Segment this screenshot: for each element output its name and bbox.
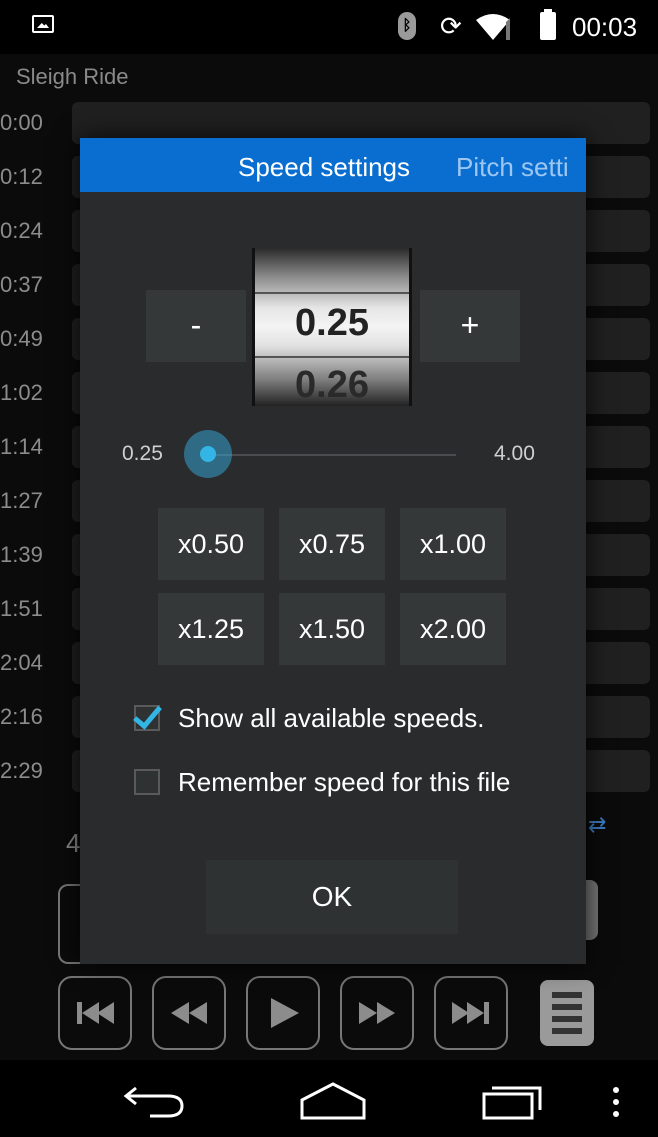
timestamp-label: 0:12: [0, 164, 43, 189]
rotate-icon: ⟳: [440, 11, 462, 41]
preset-x1-00-button[interactable]: x1.00: [400, 508, 506, 580]
remember-speed-checkbox[interactable]: [134, 769, 160, 795]
increase-speed-button[interactable]: +: [420, 290, 520, 362]
status-time: 00:03: [572, 12, 638, 42]
show-all-speeds-row[interactable]: Show all available speeds.: [134, 698, 484, 738]
wifi-icon: [476, 14, 510, 40]
skip-back-icon: [77, 1002, 114, 1024]
partial-label: 4: [66, 828, 81, 858]
status-bar: ᛒ ⟳ 00:03: [0, 0, 658, 54]
speed-slider-thumb[interactable]: [184, 430, 232, 478]
timestamp-label: 0:37: [0, 272, 43, 297]
remember-speed-label: Remember speed for this file: [178, 766, 511, 797]
timestamp-label: 1:51: [0, 596, 43, 621]
rewind-button[interactable]: [152, 976, 226, 1050]
tab-bar: Speed settings Pitch setti: [80, 138, 586, 192]
preset-x0-75-button[interactable]: x0.75: [279, 508, 385, 580]
preset-x1-50-button[interactable]: x1.50: [279, 593, 385, 665]
next-speed-value: 0.26: [295, 364, 369, 406]
timestamp-label: 1:39: [0, 542, 43, 567]
skip-forward-button[interactable]: [434, 976, 508, 1050]
preset-x0-50-button[interactable]: x0.50: [158, 508, 264, 580]
decrease-speed-button[interactable]: -: [146, 290, 246, 362]
preset-x2-00-button[interactable]: x2.00: [400, 593, 506, 665]
tab-speed-settings[interactable]: Speed settings: [238, 152, 410, 183]
menu-icon[interactable]: [610, 1086, 622, 1118]
ok-button[interactable]: OK: [206, 860, 458, 934]
current-speed-value: 0.25: [295, 302, 369, 344]
timestamp-label: 2:16: [0, 704, 43, 729]
shuffle-icon[interactable]: ⇄: [588, 812, 606, 838]
fast-forward-icon: [359, 1002, 395, 1024]
speed-slider-track[interactable]: [200, 454, 456, 456]
back-icon[interactable]: [122, 1082, 188, 1118]
timestamp-label: 2:29: [0, 758, 43, 783]
song-title: Sleigh Ride: [16, 64, 129, 89]
timestamp-label: 0:49: [0, 326, 43, 351]
home-icon[interactable]: [298, 1080, 368, 1120]
timestamp-label: 1:02: [0, 380, 43, 405]
speed-picker-wheel[interactable]: 0.25 0.26: [252, 248, 412, 406]
timestamp-label: 0:00: [0, 110, 43, 135]
show-all-speeds-label: Show all available speeds.: [178, 702, 485, 733]
tab-pitch-settings[interactable]: Pitch setti: [456, 152, 569, 183]
timestamp-label: 1:27: [0, 488, 43, 513]
timestamp-label: 0:24: [0, 218, 43, 243]
speed-settings-dialog: Speed settings Pitch setti - 0.25 0.26 +…: [80, 138, 586, 964]
play-button[interactable]: [246, 976, 320, 1050]
timestamp-label: 2:04: [0, 650, 43, 675]
obscured-button-right[interactable]: [584, 880, 598, 940]
rewind-icon: [171, 1002, 207, 1024]
remember-speed-row[interactable]: Remember speed for this file: [134, 762, 510, 802]
skip-back-button[interactable]: [58, 976, 132, 1050]
recent-apps-icon[interactable]: [478, 1084, 548, 1120]
slider-max-label: 4.00: [494, 442, 535, 465]
play-icon: [271, 998, 299, 1028]
battery-icon: [540, 9, 556, 40]
navigation-bar: [0, 1060, 658, 1137]
bluetooth-icon: ᛒ: [398, 12, 416, 40]
skip-forward-icon: [452, 1002, 489, 1024]
show-all-speeds-checkbox[interactable]: [134, 705, 160, 731]
timestamp-label: 1:14: [0, 434, 43, 459]
preset-x1-25-button[interactable]: x1.25: [158, 593, 264, 665]
slider-min-label: 0.25: [122, 442, 163, 465]
gallery-icon: [32, 15, 54, 33]
fast-forward-button[interactable]: [340, 976, 414, 1050]
playlist-icon[interactable]: [540, 980, 594, 1046]
